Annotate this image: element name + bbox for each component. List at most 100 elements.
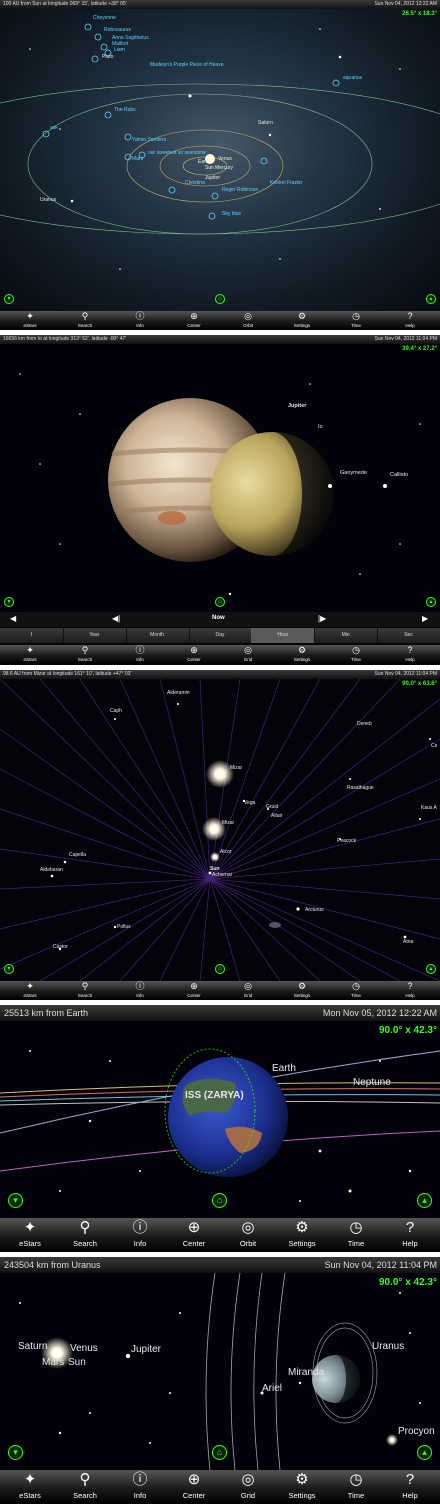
zoom-in-button[interactable]: ▴ <box>426 964 436 974</box>
label-robosaurus[interactable]: Robosaurus <box>104 27 131 33</box>
time-button[interactable]: ◷ Time <box>332 311 380 329</box>
label-mars[interactable]: Mars <box>42 1357 64 1368</box>
search-button[interactable]: ⚲ Search <box>61 981 109 999</box>
label-sun[interactable]: Sun <box>205 165 214 171</box>
label-pollux[interactable]: Pollux <box>117 924 131 930</box>
label-caph[interactable]: Caph <box>110 708 122 714</box>
help-button[interactable]: ? Help <box>386 981 434 999</box>
time-step-first[interactable]: I <box>0 628 64 643</box>
label-altair[interactable]: Altair <box>271 813 282 819</box>
home-button[interactable]: ⌂ <box>212 1193 227 1208</box>
time-step-day[interactable]: Day <box>189 628 253 643</box>
time-step-hour[interactable]: Hour <box>251 628 316 643</box>
label-christina[interactable]: Christina <box>185 180 205 186</box>
center-button[interactable]: ⊕ Center <box>170 1218 218 1250</box>
home-button[interactable]: ⌂ <box>215 294 225 304</box>
label-saturn[interactable]: Saturn <box>258 120 273 126</box>
time-step-year[interactable]: Year <box>63 628 127 643</box>
grid-button[interactable]: ◎ Grid <box>224 981 272 999</box>
info-button[interactable]: ⓘ Info <box>116 981 164 999</box>
label-alcor[interactable]: Alcor <box>220 849 231 855</box>
home-button[interactable]: ⌂ <box>212 1445 227 1460</box>
label-uranus[interactable]: Uranus <box>372 1341 404 1352</box>
label-callisto[interactable]: Callisto <box>390 472 408 478</box>
label-jupiter[interactable]: Jupiter <box>205 175 220 181</box>
help-button[interactable]: ? Help <box>386 1218 434 1250</box>
zoom-in-button[interactable]: ▴ <box>426 597 436 607</box>
label-kestrel[interactable]: Kestrel Frazier <box>270 180 303 186</box>
label-sun[interactable]: Sun <box>68 1357 86 1368</box>
sky-view[interactable]: Earth Neptune ISS (ZARYA) 90.0° x 42.3° … <box>0 1021 440 1218</box>
label-roger[interactable]: Roger Robinson <box>222 187 258 193</box>
settings-button[interactable]: ⚙ Settings <box>278 981 326 999</box>
now-button[interactable]: Now <box>212 615 225 621</box>
label-ganymede[interactable]: Ganymede <box>340 470 367 476</box>
zoom-in-button[interactable]: ▴ <box>417 1445 432 1460</box>
label-mizar-2[interactable]: Mizar <box>222 820 234 826</box>
label-earth[interactable]: Earth <box>272 1063 296 1074</box>
center-button[interactable]: ⊕ Center <box>170 311 218 329</box>
orbit-button[interactable]: ◎ Orbit <box>224 1218 272 1250</box>
time-button[interactable]: ◷ Time <box>332 1470 380 1502</box>
help-button[interactable]: ? Help <box>386 645 434 663</box>
orbit-button[interactable]: ◎ Orbit <box>224 311 272 329</box>
label-achernar[interactable]: Achernar <box>212 872 232 878</box>
label-aldebaran[interactable]: Aldebaran <box>40 867 63 873</box>
search-button[interactable]: ⚲ Search <box>61 1470 109 1502</box>
center-button[interactable]: ⊕ Center <box>170 981 218 999</box>
label-uranus[interactable]: Uranus <box>40 197 56 203</box>
label-yahoo[interactable]: Yahoo Sanders <box>132 137 166 143</box>
settings-button[interactable]: ⚙ Settings <box>278 311 326 329</box>
label-mizar-1[interactable]: Mizar <box>230 765 242 771</box>
label-jupiter[interactable]: Jupiter <box>288 403 306 409</box>
info-button[interactable]: ⓘ Info <box>116 645 164 663</box>
center-button[interactable]: ⊕ Center <box>170 645 218 663</box>
label-the-rabs[interactable]: The Rabs <box>114 107 136 113</box>
step-back-icon[interactable]: ◀ <box>10 614 16 623</box>
skip-forward-icon[interactable]: |▶ <box>318 614 326 623</box>
zoom-in-button[interactable]: ▴ <box>426 294 436 304</box>
step-forward-icon[interactable]: ▶ <box>422 614 428 623</box>
zoom-out-button[interactable]: ▾ <box>4 294 14 304</box>
sky-view[interactable]: Caph Alderamin Deneb Mizar Vega Gruid Ra… <box>0 679 440 981</box>
label-aquarius[interactable]: aquarius <box>343 75 362 81</box>
label-io[interactable]: Io <box>318 424 323 430</box>
label-procyon[interactable]: Procyon <box>398 1426 435 1437</box>
label-jupiter[interactable]: Jupiter <box>131 1344 161 1355</box>
center-button[interactable]: ⊕ Center <box>170 1470 218 1502</box>
label-vega[interactable]: Vega <box>244 800 255 806</box>
home-button[interactable]: ⌂ <box>215 964 225 974</box>
grid-button[interactable]: ◎ Grid <box>224 645 272 663</box>
skip-back-icon[interactable]: ◀| <box>112 614 120 623</box>
label-saturn[interactable]: Saturn <box>18 1341 47 1352</box>
estars-button[interactable]: ✦ eStars <box>6 1218 54 1250</box>
label-gruid[interactable]: Gruid <box>266 804 278 810</box>
label-castor[interactable]: Castor <box>53 944 68 950</box>
label-sweetest[interactable]: our sweetest so awesome <box>148 150 206 156</box>
search-button[interactable]: ⚲ Search <box>61 1218 109 1250</box>
label-ariel[interactable]: Ariel <box>262 1383 282 1394</box>
label-mars[interactable]: Mars <box>132 156 143 162</box>
help-button[interactable]: ? Help <box>386 1470 434 1502</box>
time-button[interactable]: ◷ Time <box>332 645 380 663</box>
estars-button[interactable]: ✦ eStars <box>6 1470 54 1502</box>
info-button[interactable]: ⓘ Info <box>116 311 164 329</box>
label-rasalhague[interactable]: Rasalhague <box>347 785 374 791</box>
grid-button[interactable]: ◎ Grid <box>224 1470 272 1502</box>
label-deneb[interactable]: Deneb <box>357 721 372 727</box>
label-arcturus[interactable]: Arcturus <box>305 907 324 913</box>
estars-button[interactable]: ✦ eStars <box>6 645 54 663</box>
info-button[interactable]: ⓘ Info <box>116 1218 164 1250</box>
settings-button[interactable]: ⚙ Settings <box>278 1218 326 1250</box>
zoom-out-button[interactable]: ▾ <box>4 597 14 607</box>
time-step-sec[interactable]: Sec <box>377 628 440 643</box>
estars-button[interactable]: ✦ eStars <box>6 311 54 329</box>
label-ce[interactable]: Ce <box>431 743 437 749</box>
sky-view[interactable]: Cheyenne Robosaurus Anna Sagittarius Mai… <box>0 9 440 311</box>
settings-button[interactable]: ⚙ Settings <box>278 645 326 663</box>
time-button[interactable]: ◷ Time <box>332 1218 380 1250</box>
search-button[interactable]: ⚲ Search <box>61 311 109 329</box>
label-venus[interactable]: Venus <box>218 156 232 162</box>
time-step-min[interactable]: Min <box>314 628 379 643</box>
label-sky-blue[interactable]: Sky blue <box>222 211 241 217</box>
